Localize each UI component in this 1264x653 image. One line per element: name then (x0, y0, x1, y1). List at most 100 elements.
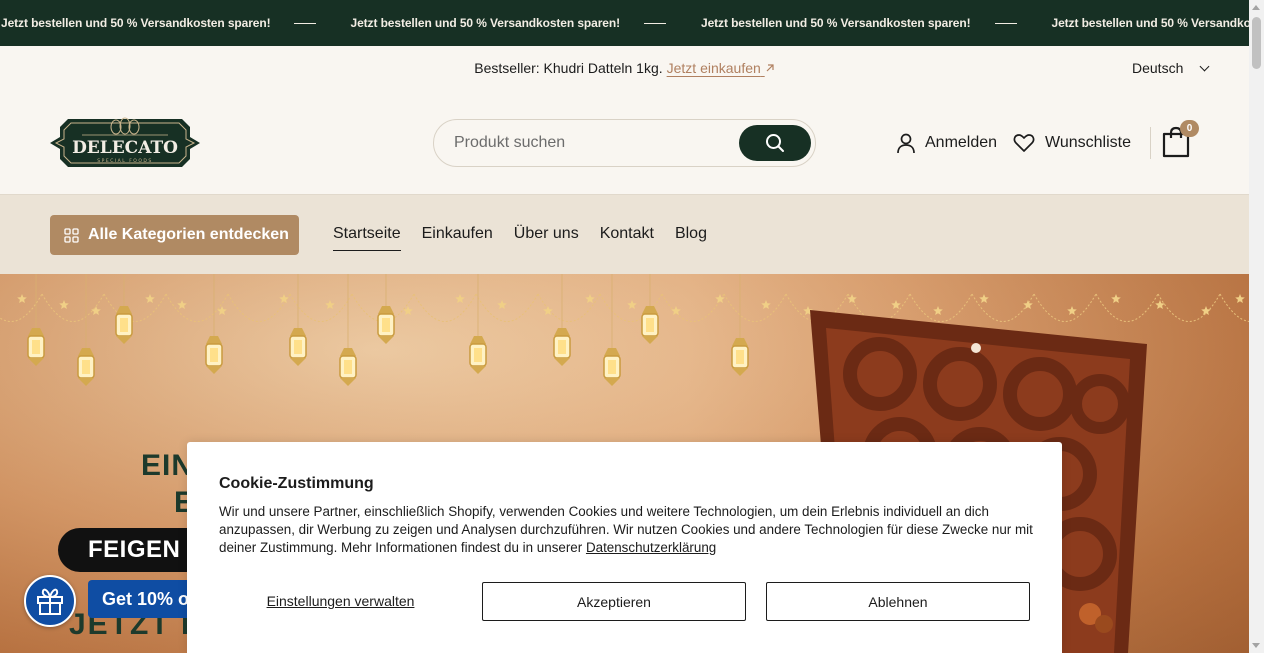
heart-icon (1013, 134, 1035, 152)
announcement-divider (293, 22, 316, 24)
svg-text:DELECATO: DELECATO (72, 138, 178, 158)
star-ornament (979, 294, 989, 303)
star-ornament (217, 306, 227, 315)
lantern-ornament (603, 274, 621, 386)
lantern-ornament (27, 274, 45, 366)
star-ornament (497, 300, 507, 309)
announcement-message: Jetzt bestellen und 50 % Versandkosten s… (701, 16, 971, 30)
bestseller-notice: Bestseller: Khudri Datteln 1kg. Jetzt ein… (0, 58, 1249, 78)
star-ornament (455, 294, 465, 303)
search-bar (433, 119, 816, 167)
language-selector[interactable]: Deutsch (1132, 58, 1210, 78)
announcement-bar: Jetzt bestellen und 50 % Versandkosten s… (0, 0, 1249, 46)
search-icon (766, 134, 784, 152)
star-ornament (761, 300, 771, 309)
nav-link-contact[interactable]: Kontakt (600, 224, 654, 251)
gift-icon (37, 588, 63, 615)
scroll-thumb[interactable] (1252, 17, 1261, 69)
garland-string (103, 293, 167, 322)
search-button[interactable] (739, 125, 811, 161)
garland-string (413, 293, 477, 322)
all-categories-label: Alle Kategorien entdecken (88, 226, 289, 243)
star-ornament (1155, 300, 1165, 309)
arrow-up-right-icon (766, 64, 774, 72)
lantern-ornament (339, 274, 357, 386)
garland-string (289, 293, 353, 322)
login-label: Anmelden (925, 134, 998, 151)
star-ornament (1235, 294, 1245, 303)
announcement-divider (644, 22, 666, 24)
lantern-ornament (641, 274, 659, 344)
star-ornament (543, 306, 553, 315)
cookie-title: Cookie-Zustimmung (219, 475, 374, 492)
accept-cookies-button[interactable]: Akzeptieren (482, 582, 746, 621)
lantern-ornament (377, 274, 395, 344)
garland-string (165, 293, 229, 322)
shop-now-link[interactable]: Jetzt einkaufen (667, 60, 775, 76)
star-ornament (671, 306, 681, 315)
wishlist-label: Wunschliste (1045, 134, 1131, 151)
scroll-down-arrow-icon[interactable] (1252, 643, 1260, 648)
garland-string (1095, 293, 1159, 322)
garland-string (909, 293, 973, 322)
decline-cookies-button[interactable]: Ablehnen (766, 582, 1030, 621)
garland-string (1033, 293, 1097, 322)
garland-string (661, 293, 725, 322)
manage-settings-link[interactable]: Einstellungen verwalten (219, 582, 462, 621)
lantern-ornament (731, 274, 749, 376)
announcement-message: Jetzt bestellen und 50 % Versandkosten s… (1051, 16, 1250, 30)
cookie-consent-banner: Cookie-Zustimmung Wir und unsere Partner… (187, 442, 1062, 653)
star-ornament (891, 300, 901, 309)
all-categories-button[interactable]: Alle Kategorien entdecken (50, 215, 299, 255)
star-ornament (279, 294, 289, 303)
promo-gift-button[interactable] (24, 575, 76, 627)
language-label: Deutsch (1132, 60, 1184, 76)
announcement-message: Jetzt bestellen und 50 % Versandkosten s… (1, 16, 271, 30)
star-ornament (1201, 306, 1211, 315)
star-ornament (1111, 294, 1121, 303)
wishlist-link[interactable]: Wunschliste (1013, 131, 1131, 155)
garland-string (41, 293, 105, 322)
star-ornament (17, 294, 27, 303)
header-divider (1150, 127, 1151, 159)
star-ornament (59, 300, 69, 309)
bestseller-text: Bestseller: Khudri Datteln 1kg. (474, 60, 663, 76)
scroll-up-arrow-icon[interactable] (1252, 5, 1260, 10)
announcement-message: Jetzt bestellen und 50 % Versandkosten s… (350, 16, 621, 30)
nav-link-home[interactable]: Startseite (333, 224, 401, 251)
garland-string (723, 293, 787, 322)
login-link[interactable]: Anmelden (895, 131, 997, 155)
lantern-ornament (115, 274, 133, 344)
nav-link-blog[interactable]: Blog (675, 224, 707, 251)
grid-icon (64, 227, 79, 243)
lantern-ornament (77, 274, 95, 386)
star-ornament (91, 306, 101, 315)
star-ornament (325, 300, 335, 309)
cookie-body: Wir und unsere Partner, einschließlich S… (219, 503, 1034, 557)
announcement-track: Jetzt bestellen und 50 % Versandkosten s… (1, 0, 1249, 46)
garland-string (475, 293, 539, 322)
star-ornament (933, 306, 943, 315)
privacy-policy-link[interactable]: Datenschutzerklärung (586, 540, 716, 555)
lantern-ornament (469, 274, 487, 374)
nav-link-shop[interactable]: Einkaufen (422, 224, 493, 251)
garland-string (1219, 293, 1249, 322)
star-ornaments (17, 294, 1245, 315)
cart-count-badge: 0 (1180, 120, 1199, 137)
star-ornament (177, 300, 187, 309)
lantern-ornament (553, 274, 571, 366)
lantern-ornament (289, 274, 307, 366)
nav-links: Startseite Einkaufen Über uns Kontakt Bl… (333, 224, 707, 251)
star-ornament (1067, 306, 1077, 315)
main-navigation: Alle Kategorien entdecken Startseite Ein… (0, 194, 1249, 274)
delecato-logo[interactable]: DELECATO SPECIAL FOODS (50, 115, 200, 171)
star-ornament (145, 294, 155, 303)
user-icon (897, 133, 915, 154)
search-input[interactable] (454, 132, 724, 154)
garland-strings (0, 293, 1249, 322)
chevron-down-icon (1199, 61, 1210, 71)
star-ornament (585, 294, 595, 303)
page-scrollbar[interactable] (1249, 0, 1264, 653)
lantern-ornaments (27, 274, 749, 386)
nav-link-about[interactable]: Über uns (514, 224, 579, 251)
